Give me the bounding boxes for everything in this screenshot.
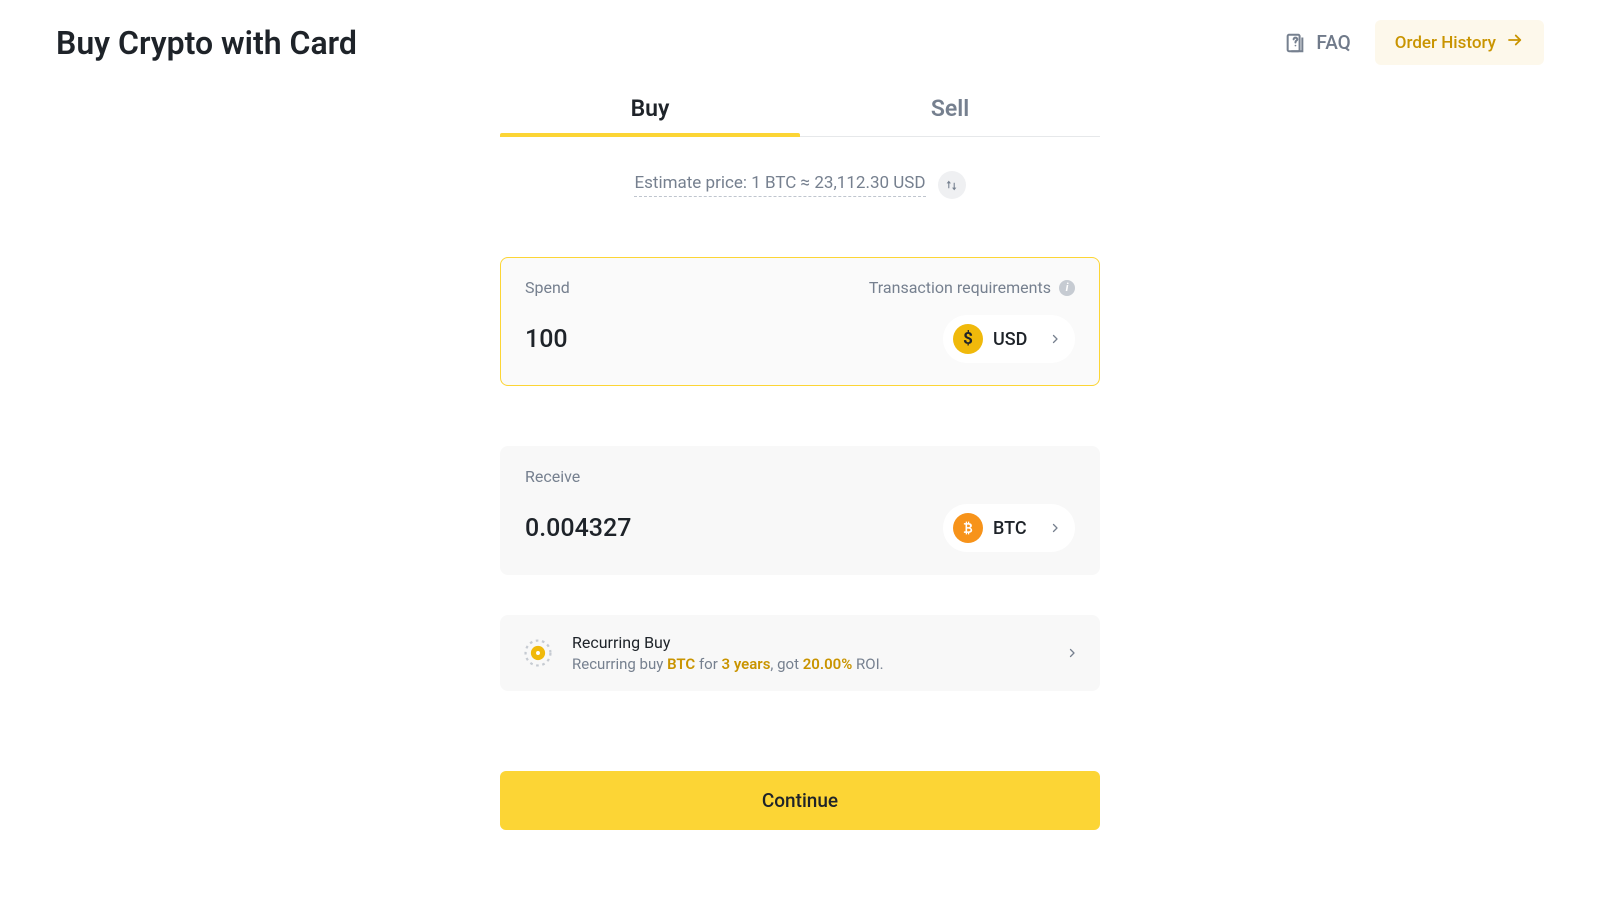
chevron-right-icon <box>1049 519 1061 538</box>
recurring-title: Recurring Buy <box>572 633 884 652</box>
spend-amount[interactable]: 100 <box>525 325 568 354</box>
chevron-right-icon <box>1066 644 1078 663</box>
transaction-requirements-label: Transaction requirements <box>869 278 1051 297</box>
page-header: Buy Crypto with Card FAQ Order History <box>56 20 1544 65</box>
order-history-button[interactable]: Order History <box>1375 20 1544 65</box>
main-panel: Buy Sell Estimate price: 1 BTC ≈ 23,112.… <box>500 83 1100 830</box>
receive-box[interactable]: Receive 0.004327 BTC <box>500 446 1100 575</box>
info-icon: i <box>1059 280 1075 296</box>
receive-currency-selector[interactable]: BTC <box>943 504 1075 552</box>
faq-label: FAQ <box>1316 31 1350 54</box>
swap-icon <box>945 179 958 192</box>
tabs: Buy Sell <box>500 83 1100 137</box>
recurring-subtitle: Recurring buy BTC for 3 years, got 20.00… <box>572 655 884 673</box>
page-title: Buy Crypto with Card <box>56 24 357 62</box>
btc-icon <box>953 513 983 543</box>
recurring-icon <box>522 637 554 669</box>
header-actions: FAQ Order History <box>1284 20 1544 65</box>
order-history-label: Order History <box>1395 33 1496 53</box>
transaction-requirements-link[interactable]: Transaction requirements i <box>869 278 1075 297</box>
tab-buy[interactable]: Buy <box>500 83 800 137</box>
estimate-row: Estimate price: 1 BTC ≈ 23,112.30 USD <box>500 171 1100 199</box>
receive-currency-code: BTC <box>993 518 1027 539</box>
continue-button[interactable]: Continue <box>500 771 1100 830</box>
usd-icon: $ <box>953 324 983 354</box>
swap-button[interactable] <box>938 171 966 199</box>
receive-amount: 0.004327 <box>525 514 631 543</box>
spend-label: Spend <box>525 278 570 297</box>
receive-label: Receive <box>525 467 580 486</box>
arrow-right-icon <box>1506 31 1524 54</box>
chevron-right-icon <box>1049 330 1061 349</box>
estimate-price-text: Estimate price: 1 BTC ≈ 23,112.30 USD <box>634 173 925 197</box>
tab-sell[interactable]: Sell <box>800 83 1100 137</box>
faq-icon <box>1284 32 1306 54</box>
spend-currency-selector[interactable]: $ USD <box>943 315 1075 363</box>
faq-link[interactable]: FAQ <box>1284 31 1350 54</box>
recurring-buy-row[interactable]: Recurring Buy Recurring buy BTC for 3 ye… <box>500 615 1100 691</box>
spend-box[interactable]: Spend Transaction requirements i 100 $ U… <box>500 257 1100 386</box>
spend-currency-code: USD <box>993 329 1027 350</box>
